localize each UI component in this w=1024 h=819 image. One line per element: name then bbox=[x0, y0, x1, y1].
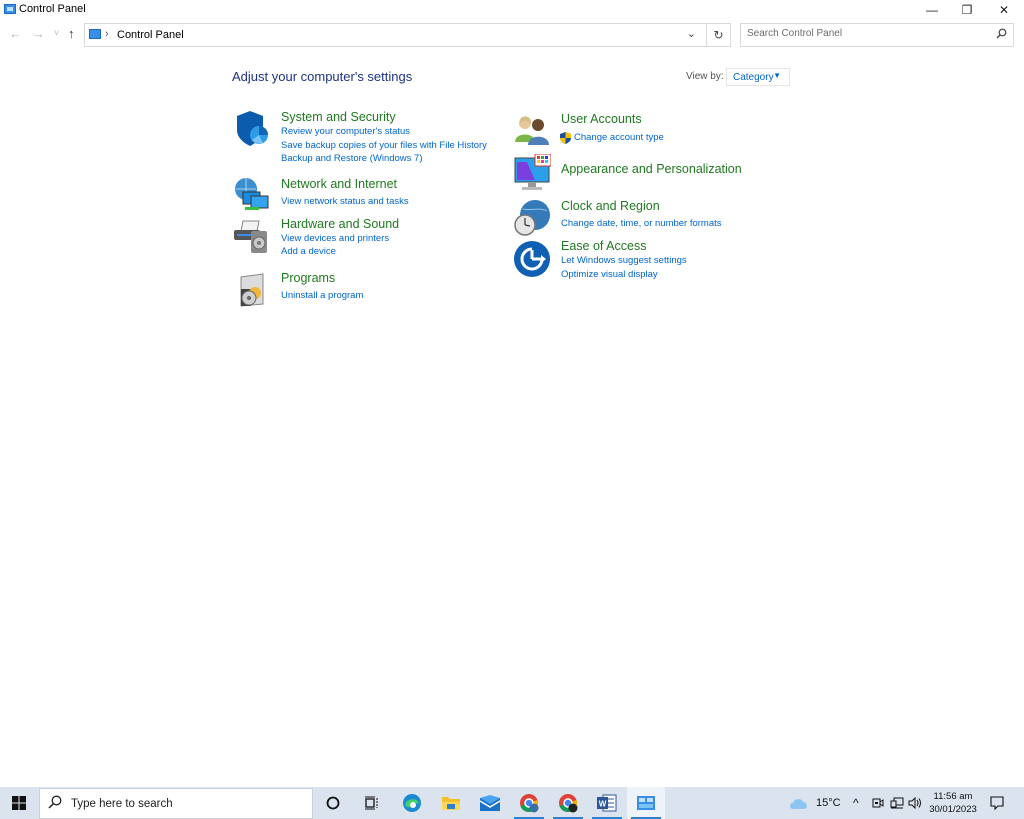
weather-widget[interactable]: 15°C bbox=[789, 787, 841, 819]
programs-disc-icon[interactable] bbox=[233, 271, 271, 309]
word-button[interactable]: W bbox=[588, 787, 626, 819]
notifications-button[interactable] bbox=[990, 787, 1004, 819]
link-backup-restore[interactable]: Backup and Restore (Windows 7) bbox=[281, 153, 423, 164]
edge-icon bbox=[403, 794, 421, 812]
view-by-label: View by: bbox=[686, 71, 724, 82]
taskbar-search-placeholder: Type here to search bbox=[71, 798, 173, 810]
category-title[interactable]: System and Security bbox=[281, 110, 396, 124]
file-explorer-button[interactable] bbox=[432, 787, 470, 819]
category-title[interactable]: User Accounts bbox=[561, 112, 642, 126]
category-appearance-and-personalization: Appearance and Personalization bbox=[513, 153, 783, 192]
link-change-account-type[interactable]: Change account type bbox=[574, 132, 664, 143]
refresh-button[interactable]: ↻ bbox=[706, 24, 730, 46]
address-dropdown-button[interactable]: ⌄ bbox=[687, 27, 696, 40]
category-system-and-security: System and Security Review your computer… bbox=[233, 110, 503, 166]
cloud-icon bbox=[790, 799, 807, 809]
view-by-value: Category bbox=[733, 72, 774, 83]
clock-date: 30/01/2023 bbox=[929, 804, 977, 815]
monitor-palette-icon[interactable] bbox=[513, 153, 552, 192]
svg-text:W: W bbox=[599, 800, 607, 809]
window-title: Control Panel bbox=[19, 3, 86, 15]
network-icon[interactable] bbox=[890, 787, 904, 819]
link-date-time-formats[interactable]: Change date, time, or number formats bbox=[561, 218, 722, 229]
caret-down-icon: ▼ bbox=[773, 71, 781, 80]
volume-icon[interactable] bbox=[908, 787, 922, 819]
category-network-and-internet: Network and Internet View network status… bbox=[233, 177, 503, 211]
breadcrumb-separator[interactable]: › bbox=[105, 28, 109, 40]
category-ease-of-access: Ease of Access Let Windows suggest setti… bbox=[513, 239, 783, 283]
shield-icon[interactable] bbox=[233, 110, 271, 148]
link-uninstall-program[interactable]: Uninstall a program bbox=[281, 290, 363, 301]
breadcrumb-control-panel[interactable]: Control Panel bbox=[117, 29, 184, 41]
network-globe-icon[interactable] bbox=[233, 177, 271, 215]
link-file-history[interactable]: Save backup copies of your files with Fi… bbox=[281, 140, 487, 151]
search-icon[interactable] bbox=[996, 28, 1007, 42]
recent-locations-button[interactable]: ˅ bbox=[54, 28, 59, 38]
title-bar: Control Panel — ❐ ✕ bbox=[0, 0, 1024, 20]
category-user-accounts: User Accounts Change account type bbox=[513, 112, 783, 148]
control-panel-taskbar-button[interactable] bbox=[627, 787, 665, 819]
back-button[interactable]: ← bbox=[9, 26, 22, 41]
chrome-icon bbox=[520, 794, 539, 813]
up-button[interactable]: ↑ bbox=[68, 26, 75, 41]
forward-button[interactable]: → bbox=[32, 26, 45, 41]
category-title[interactable]: Hardware and Sound bbox=[281, 217, 399, 231]
search-box[interactable] bbox=[740, 23, 1014, 47]
view-by-dropdown[interactable]: Category ▼ bbox=[726, 68, 790, 86]
control-panel-icon bbox=[4, 4, 16, 14]
control-panel-icon bbox=[89, 29, 101, 39]
link-devices-printers[interactable]: View devices and printers bbox=[281, 233, 389, 244]
minimize-button[interactable]: — bbox=[914, 0, 950, 20]
search-icon bbox=[48, 795, 62, 812]
weather-temperature: 15°C bbox=[816, 797, 841, 809]
taskbar: Type here to search W 15°C ^ 11:56 am 30… bbox=[0, 787, 1024, 819]
link-suggest-settings[interactable]: Let Windows suggest settings bbox=[561, 255, 687, 266]
notification-icon bbox=[990, 796, 1004, 810]
clock[interactable]: 11:56 am 30/01/2023 bbox=[922, 790, 984, 816]
task-view-button[interactable] bbox=[352, 787, 390, 819]
show-hidden-icons-button[interactable]: ^ bbox=[853, 787, 859, 819]
chrome-button[interactable] bbox=[510, 787, 548, 819]
edge-button[interactable] bbox=[393, 787, 431, 819]
clock-time: 11:56 am bbox=[933, 791, 973, 802]
category-title[interactable]: Ease of Access bbox=[561, 239, 646, 253]
chrome-profile-icon bbox=[559, 794, 578, 813]
address-bar[interactable]: › Control Panel ⌄ ↻ bbox=[84, 23, 731, 47]
link-optimize-display[interactable]: Optimize visual display bbox=[561, 269, 658, 280]
link-review-status[interactable]: Review your computer's status bbox=[281, 126, 410, 137]
close-button[interactable]: ✕ bbox=[986, 0, 1022, 20]
category-title[interactable]: Clock and Region bbox=[561, 199, 660, 213]
control-panel-icon bbox=[637, 796, 655, 810]
start-button[interactable] bbox=[0, 787, 38, 819]
mail-icon bbox=[480, 795, 500, 811]
category-programs: Programs Uninstall a program bbox=[233, 271, 503, 307]
folder-icon bbox=[442, 797, 460, 810]
clock-globe-icon[interactable] bbox=[513, 199, 551, 237]
word-icon: W bbox=[597, 794, 617, 812]
navigation-bar: ← → ˅ ↑ › Control Panel ⌄ ↻ bbox=[0, 22, 1024, 48]
category-hardware-and-sound: Hardware and Sound View devices and prin… bbox=[233, 217, 503, 261]
ease-of-access-icon[interactable] bbox=[513, 239, 551, 277]
windows-logo-icon bbox=[12, 796, 26, 810]
mail-button[interactable] bbox=[471, 787, 509, 819]
cortana-icon bbox=[326, 796, 340, 810]
meet-now-icon[interactable] bbox=[872, 787, 884, 819]
page-heading: Adjust your computer's settings bbox=[232, 69, 413, 84]
link-network-status[interactable]: View network status and tasks bbox=[281, 196, 409, 207]
chrome-profile-button[interactable] bbox=[549, 787, 587, 819]
taskbar-search-box[interactable]: Type here to search bbox=[39, 788, 313, 819]
users-icon[interactable] bbox=[513, 112, 551, 150]
category-title[interactable]: Network and Internet bbox=[281, 177, 397, 191]
category-title[interactable]: Appearance and Personalization bbox=[561, 162, 742, 176]
task-view-icon bbox=[365, 796, 378, 810]
cortana-button[interactable] bbox=[314, 787, 352, 819]
link-add-device[interactable]: Add a device bbox=[281, 246, 336, 257]
search-input[interactable] bbox=[747, 28, 987, 39]
printer-speaker-icon[interactable] bbox=[233, 217, 271, 255]
category-title[interactable]: Programs bbox=[281, 271, 335, 285]
category-clock-and-region: Clock and Region Change date, time, or n… bbox=[513, 199, 783, 236]
uac-shield-icon bbox=[560, 131, 571, 149]
restore-button[interactable]: ❐ bbox=[949, 0, 985, 20]
